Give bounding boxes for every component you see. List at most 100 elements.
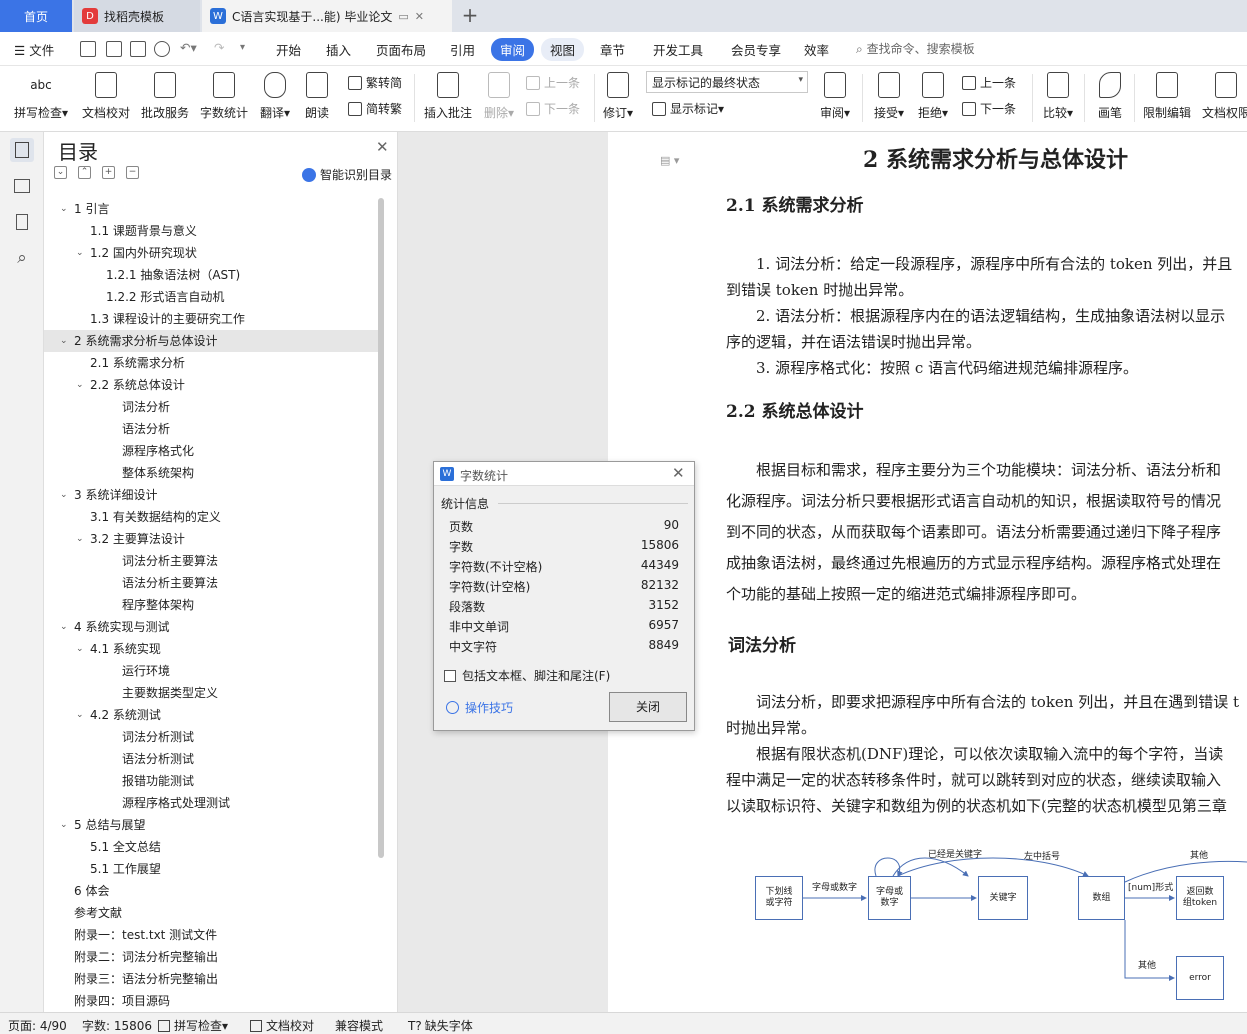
toc-scrollbar[interactable] — [378, 198, 384, 858]
toc-item[interactable]: 语法分析测试 — [44, 748, 378, 770]
collapse-all-icon[interactable]: ⌄ — [54, 166, 67, 179]
chevron-down-icon[interactable]: ⌄ — [76, 374, 84, 396]
page-layout-icon[interactable]: ▤ ▾ — [660, 154, 679, 167]
word-count-button[interactable]: 字数统计 — [198, 68, 250, 121]
menu-review[interactable]: 审阅 — [491, 38, 535, 61]
word-count-indicator[interactable]: 字数: 15806 — [82, 1017, 152, 1034]
toc-item[interactable]: 运行环境 — [44, 660, 378, 682]
toc-item[interactable]: 1.1 课题背景与意义 — [44, 220, 378, 242]
review-pane-button[interactable]: 审阅▾ — [816, 68, 854, 121]
toc-item[interactable]: ⌄ 4.1 系统实现 — [44, 638, 378, 660]
toc-item[interactable]: 语法分析 — [44, 418, 378, 440]
close-icon[interactable]: ✕ — [672, 464, 685, 482]
toc-item[interactable]: 3.1 有关数据结构的定义 — [44, 506, 378, 528]
status-spell-check[interactable]: 拼写检查 ▾ — [158, 1017, 228, 1034]
redo-icon[interactable]: ↷ — [214, 40, 224, 55]
menu-chapter[interactable]: 章节 — [600, 40, 625, 59]
read-aloud-button[interactable]: 朗读 — [300, 68, 334, 121]
print-icon[interactable] — [130, 41, 146, 57]
toc-item[interactable]: ⌄ 5 总结与展望 — [44, 814, 378, 836]
toc-item[interactable]: 程序整体架构 — [44, 594, 378, 616]
doc-check-button[interactable]: 文档校对 — [80, 68, 132, 121]
toc-item[interactable]: ⌄ 2 系统需求分析与总体设计 — [44, 330, 378, 352]
missing-font[interactable]: T? 缺失字体 — [408, 1017, 473, 1034]
toc-item[interactable]: 2.1 系统需求分析 — [44, 352, 378, 374]
toc-item[interactable]: ⌄ 2.2 系统总体设计 — [44, 374, 378, 396]
status-doc-check[interactable]: 文档校对 — [250, 1017, 314, 1034]
smart-toc-button[interactable]: 智能识别目录 — [302, 166, 392, 183]
tab-home[interactable]: 首页 — [0, 0, 72, 32]
next-comment-button[interactable]: 下一条 — [526, 100, 580, 117]
toc-item[interactable]: 整体系统架构 — [44, 462, 378, 484]
toc-item[interactable]: 附录一：test.txt 测试文件 — [44, 924, 378, 946]
chevron-down-icon[interactable]: ⌄ — [60, 484, 68, 506]
toc-item[interactable]: ⌄ 3 系统详细设计 — [44, 484, 378, 506]
batch-service-button[interactable]: 批改服务 — [140, 68, 190, 121]
toc-item[interactable]: 1.2.2 形式语言自动机 — [44, 286, 378, 308]
toc-item[interactable]: 参考文献 — [44, 902, 378, 924]
include-textbox-checkbox[interactable]: 包括文本框、脚注和尾注(F) — [444, 667, 610, 684]
toc-item[interactable]: 附录三：语法分析完整输出 — [44, 968, 378, 990]
new-tab-button[interactable]: + — [458, 4, 482, 28]
toc-item[interactable]: 源程序格式处理测试 — [44, 792, 378, 814]
chevron-down-icon[interactable]: ⌄ — [60, 814, 68, 836]
tab-display-icon[interactable]: ▭ — [398, 10, 408, 23]
toc-item[interactable]: ⌄ 4 系统实现与测试 — [44, 616, 378, 638]
remove-heading-icon[interactable]: − — [126, 166, 139, 179]
simp-to-trad-button[interactable]: 简转繁 — [348, 100, 402, 117]
bookmark-icon[interactable] — [10, 210, 34, 234]
translate-button[interactable]: 翻译▾ — [256, 68, 294, 121]
tips-link[interactable]: 操作技巧 — [446, 699, 513, 716]
toc-item[interactable]: ⌄ 1 引言 — [44, 198, 378, 220]
command-search[interactable]: ⌕ 查找命令、搜索模板 — [856, 40, 975, 57]
toc-item[interactable]: 6 体会 — [44, 880, 378, 902]
page-indicator[interactable]: 页面: 4/90 — [8, 1017, 67, 1034]
pen-button[interactable]: 画笔 — [1092, 68, 1128, 121]
dialog-titlebar[interactable]: W 字数统计 ✕ — [434, 462, 694, 486]
toc-item[interactable]: 1.2.1 抽象语法树（AST) — [44, 264, 378, 286]
menu-start[interactable]: 开始 — [276, 40, 301, 59]
chevron-down-icon[interactable]: ⌄ — [60, 616, 68, 638]
expand-up-icon[interactable]: ⌃ — [78, 166, 91, 179]
tab-template[interactable]: D 找稻壳模板 — [74, 0, 200, 32]
insert-comment-button[interactable]: 插入批注 — [422, 68, 474, 121]
prev-comment-button[interactable]: 上一条 — [526, 74, 580, 91]
toc-item[interactable]: ⌄ 4.2 系统测试 — [44, 704, 378, 726]
menu-reference[interactable]: 引用 — [450, 40, 475, 59]
toc-item[interactable]: 5.1 工作展望 — [44, 858, 378, 880]
toc-item[interactable]: 主要数据类型定义 — [44, 682, 378, 704]
close-icon[interactable]: ✕ — [376, 138, 389, 156]
chevron-down-icon[interactable]: ⌄ — [60, 198, 68, 220]
close-icon[interactable]: ✕ — [415, 10, 424, 23]
chevron-down-icon[interactable]: ⌄ — [76, 638, 84, 660]
toc-item[interactable]: 报错功能测试 — [44, 770, 378, 792]
toc-item[interactable]: ⌄ 1.2 国内外研究现状 — [44, 242, 378, 264]
undo-icon[interactable]: ↶▾ — [180, 40, 197, 55]
search-icon[interactable]: ⌕ — [10, 246, 34, 270]
chevron-down-icon[interactable]: ⌄ — [60, 330, 68, 352]
toc-item[interactable]: 词法分析主要算法 — [44, 550, 378, 572]
chevron-down-icon[interactable]: ⌄ — [76, 704, 84, 726]
menu-efficiency[interactable]: 效率 — [804, 40, 829, 59]
toc-item[interactable]: 词法分析 — [44, 396, 378, 418]
menu-developer[interactable]: 开发工具 — [653, 40, 703, 59]
menu-member[interactable]: 会员专享 — [731, 40, 781, 59]
delete-comment-button[interactable]: 删除▾ — [480, 68, 518, 121]
toc-item[interactable]: 源程序格式化 — [44, 440, 378, 462]
document-page[interactable]: ▤ ▾ 2 系统需求分析与总体设计 2.1 系统需求分析 1. 词法分析：给定一… — [608, 132, 1247, 1012]
toc-item[interactable]: 词法分析测试 — [44, 726, 378, 748]
menu-insert[interactable]: 插入 — [326, 40, 351, 59]
toc-pane-icon[interactable] — [10, 138, 34, 162]
toc-item[interactable]: 1.3 课程设计的主要研究工作 — [44, 308, 378, 330]
markup-state-select[interactable]: 显示标记的最终状态 ▾ — [646, 71, 808, 93]
toc-item[interactable]: 附录四：项目源码 — [44, 990, 378, 1010]
restrict-edit-button[interactable]: 限制编辑 — [1140, 68, 1194, 121]
file-menu[interactable]: ☰ 文件 — [14, 40, 54, 59]
toc-item[interactable]: ⌄ 3.2 主要算法设计 — [44, 528, 378, 550]
reject-button[interactable]: 拒绝▾ — [914, 68, 952, 121]
toc-item[interactable]: 5.1 全文总结 — [44, 836, 378, 858]
toc-item[interactable]: 附录二：词法分析完整输出 — [44, 946, 378, 968]
print-preview-icon[interactable] — [154, 41, 170, 57]
customize-icon[interactable]: ▾ — [240, 42, 245, 53]
toc-item[interactable]: 语法分析主要算法 — [44, 572, 378, 594]
